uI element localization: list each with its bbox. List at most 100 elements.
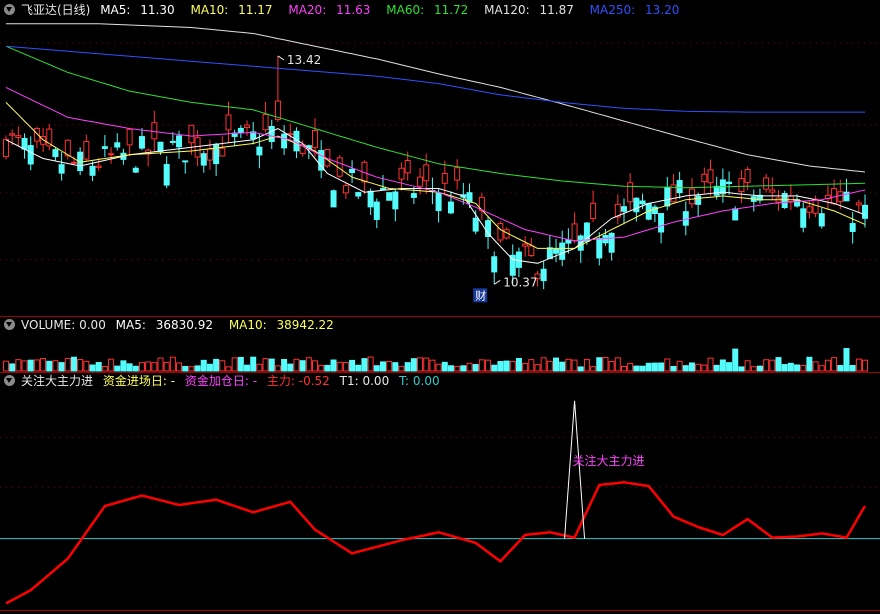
volume-bar xyxy=(169,356,176,372)
candle-body xyxy=(806,206,813,213)
volume-bar xyxy=(312,360,318,372)
candle-body xyxy=(188,124,195,144)
candle-body xyxy=(454,167,461,181)
high-price-label: 13.42 xyxy=(287,53,321,67)
chevron-down-icon[interactable] xyxy=(4,319,15,330)
candle-body xyxy=(318,150,325,171)
volume-bar xyxy=(58,362,65,372)
volume-bar xyxy=(398,365,405,372)
candle-body xyxy=(219,147,226,157)
volume-bar xyxy=(540,357,547,372)
volume-bar xyxy=(237,356,244,372)
volume-bar xyxy=(534,364,541,372)
candle-body xyxy=(522,243,529,247)
candle-body xyxy=(256,146,263,156)
volume-bar xyxy=(95,362,102,372)
chevron-down-icon[interactable] xyxy=(4,375,15,386)
candle-body xyxy=(769,189,776,193)
volume-bar xyxy=(138,362,145,372)
candle-body xyxy=(169,140,176,143)
volume-bar xyxy=(515,357,522,372)
volume-bar xyxy=(188,366,195,372)
volume-bar xyxy=(454,365,461,372)
volume-bar xyxy=(77,359,84,372)
indicator-f4: T1: 0.00 xyxy=(339,374,390,388)
candle-body xyxy=(373,201,380,220)
signal-spike xyxy=(564,400,586,539)
volume-bar xyxy=(417,357,424,372)
volume-bar xyxy=(367,356,374,372)
volume-bar xyxy=(794,364,801,372)
volume-bar xyxy=(293,358,300,372)
volume-legend: VOLUME: 0.00 MA5: 36830.92 MA10: 38942.2… xyxy=(0,316,346,334)
volume-bar xyxy=(33,359,40,372)
volume-bar xyxy=(719,359,726,372)
volume-bar xyxy=(522,362,529,372)
candle-body xyxy=(15,135,22,138)
volume-bar xyxy=(342,362,349,372)
volume-bar xyxy=(528,359,535,372)
volume-bar xyxy=(231,357,238,372)
volume-bar xyxy=(701,364,708,372)
volume-bar xyxy=(27,359,34,372)
volume-bar xyxy=(318,364,325,372)
volume-bars xyxy=(3,348,869,372)
candle-body xyxy=(95,165,102,168)
candle-body xyxy=(497,223,504,241)
volume-bar xyxy=(763,359,770,372)
volume-bar xyxy=(83,360,90,372)
volume-bar xyxy=(145,361,152,372)
candle-body xyxy=(108,153,115,156)
volume-bar xyxy=(441,361,448,372)
ma20-label: MA20: 11.63 xyxy=(288,3,371,17)
volume-bar xyxy=(664,358,671,372)
candle-body xyxy=(800,208,807,228)
volume-bar xyxy=(775,357,782,372)
candle-body xyxy=(695,195,702,205)
volume-bar xyxy=(497,361,504,372)
volume-bar xyxy=(250,356,257,372)
volume-bar xyxy=(101,366,108,372)
volume-bar xyxy=(843,348,850,372)
volume-bar xyxy=(602,356,609,372)
candle-body xyxy=(21,137,28,150)
volume-bar xyxy=(163,361,170,372)
volume-bar xyxy=(750,366,757,372)
volume-bar xyxy=(64,357,71,372)
candle-body xyxy=(355,192,362,197)
candle-body xyxy=(515,251,522,268)
volume-bar xyxy=(108,358,115,372)
volume-bar xyxy=(738,366,745,372)
candle-body xyxy=(52,149,59,158)
chevron-down-icon[interactable] xyxy=(4,4,15,15)
volume-bar xyxy=(89,364,96,372)
candle-body xyxy=(546,247,553,260)
volume-bar xyxy=(268,358,275,372)
volume-bar xyxy=(244,364,251,372)
volume-bar xyxy=(509,360,516,372)
volume-bar xyxy=(571,359,578,372)
finance-badge: 财 xyxy=(475,288,486,302)
candle-body xyxy=(744,168,751,183)
candle-body xyxy=(565,239,572,244)
candle-body xyxy=(707,169,714,184)
volume-bar xyxy=(627,362,634,372)
candle-body xyxy=(176,135,183,148)
stock-chart[interactable]: 13.42 10.37 财 关注大主力进 xyxy=(0,0,880,614)
candle-body xyxy=(132,167,139,173)
ma250-label: MA250: 13.20 xyxy=(589,3,680,17)
candle-body xyxy=(213,143,220,165)
volume-bar xyxy=(837,365,844,372)
volume-bar xyxy=(787,362,794,372)
volume-bar xyxy=(862,359,869,372)
candle-body xyxy=(435,192,442,212)
candle-body xyxy=(379,187,386,190)
low-price-label: 10.37 xyxy=(503,275,537,289)
signal-label: 关注大主力进 xyxy=(573,453,645,468)
candle-body xyxy=(540,268,547,282)
volume-bar xyxy=(590,366,597,372)
volume-bar xyxy=(478,359,485,372)
candle-body xyxy=(194,137,201,158)
indicator-f2: 资金加仓日: - xyxy=(184,374,258,388)
volume-bar xyxy=(732,348,739,372)
